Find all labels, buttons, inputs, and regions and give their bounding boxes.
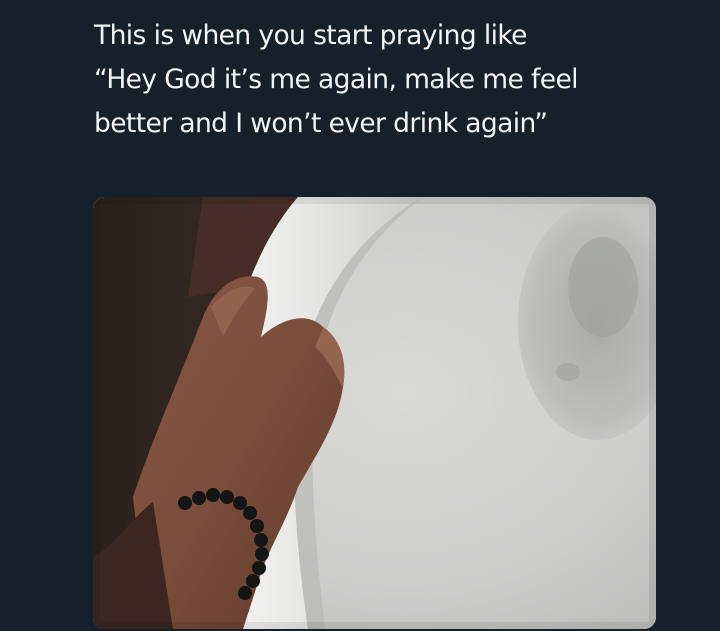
tweet-text-line-2: “Hey God it’s me again, make me feel bbox=[94, 64, 579, 95]
tweet-text-line-3: better and I won’t ever drink again” bbox=[94, 108, 548, 139]
tweet-photo[interactable] bbox=[93, 197, 656, 629]
tweet-text-line-1: This is when you start praying like bbox=[94, 20, 527, 51]
toilet-photo-illustration bbox=[93, 197, 656, 629]
tweet-text: This is when you start praying like “Hey… bbox=[94, 14, 694, 146]
